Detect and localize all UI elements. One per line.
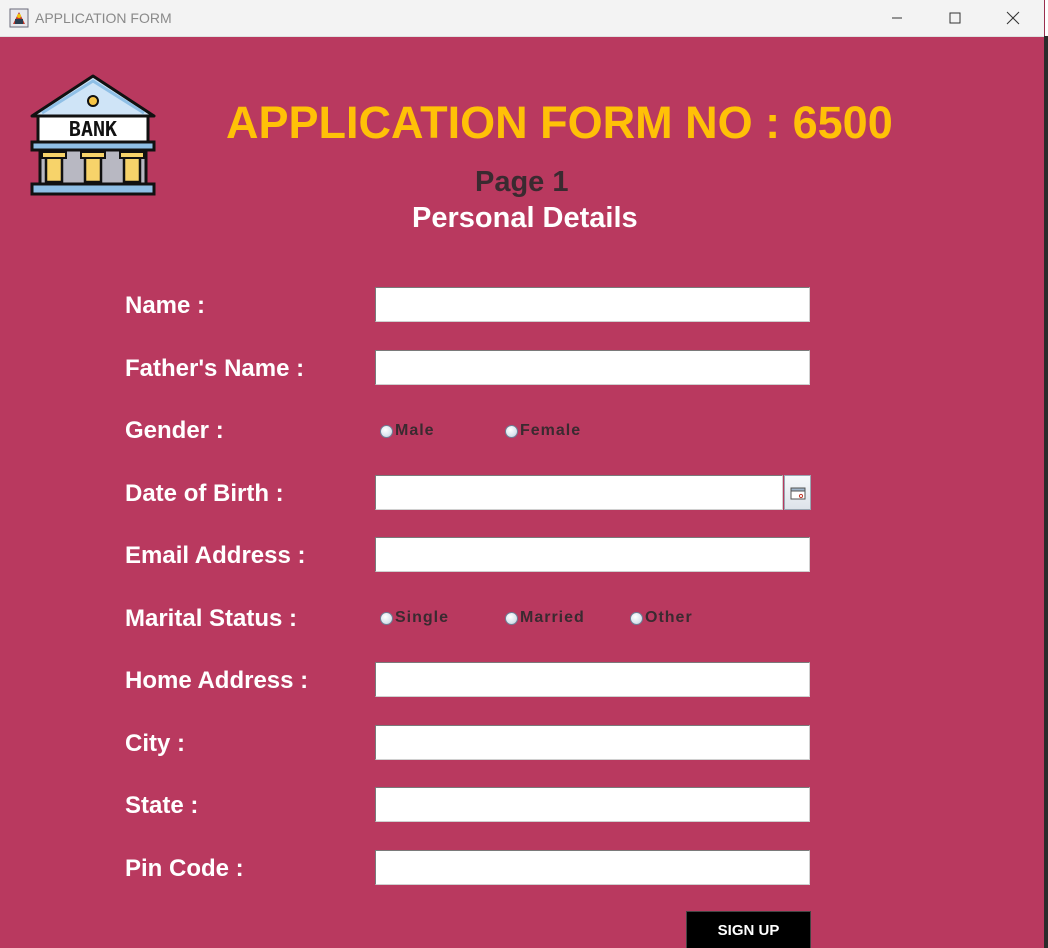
gender-option-label: Female [520,422,582,439]
state-input[interactable] [375,787,810,822]
close-button[interactable] [984,0,1042,36]
father-name-input[interactable] [375,350,810,385]
home-address-label: Home Address : [125,667,309,694]
minimize-button[interactable] [868,0,926,36]
gender-label: Gender : [125,417,224,444]
pin-code-input[interactable] [375,850,810,885]
marital-radio-single[interactable]: Single [380,608,449,628]
gender-radio-male[interactable]: Male [380,421,435,441]
sign-up-button[interactable]: SIGN UP [686,911,811,948]
city-label: City : [125,730,185,757]
maximize-icon [949,12,961,24]
java-app-icon [9,8,29,28]
marital-status-label: Marital Status : [125,605,298,632]
father-name-label: Father's Name : [125,355,305,382]
marital-option-label: Other [645,609,693,626]
radio-button-icon[interactable] [380,611,393,625]
gender-radio-female[interactable]: Female [505,421,581,441]
name-label: Name : [125,292,206,319]
marital-radio-other[interactable]: Other [630,608,693,628]
city-input[interactable] [375,725,810,760]
background-window-edge [1044,36,1048,948]
radio-button-icon[interactable] [505,611,518,625]
marital-option-label: Married [520,609,585,626]
application-window: APPLICATION FORM BANK APPLICATION FORM N… [0,0,1045,948]
window-title: APPLICATION FORM [35,10,172,26]
dob-label: Date of Birth : [125,480,284,507]
bank-logo-text: BANK [69,117,117,141]
marital-radio-married[interactable]: Married [505,608,585,628]
gender-option-label: Male [395,422,435,439]
title-bar[interactable]: APPLICATION FORM [0,0,1044,37]
radio-button-icon[interactable] [630,611,643,625]
maximize-button[interactable] [926,0,984,36]
section-title: Personal Details [412,202,638,234]
pin-code-label: Pin Code : [125,855,244,882]
home-address-input[interactable] [375,662,810,697]
calendar-icon [790,487,805,499]
marital-option-label: Single [395,609,450,626]
state-label: State : [125,792,199,819]
email-label: Email Address : [125,542,306,569]
name-input[interactable] [375,287,810,322]
radio-button-icon[interactable] [380,424,393,438]
date-picker-button[interactable] [784,475,811,510]
radio-button-icon[interactable] [505,424,518,438]
minimize-icon [892,17,902,19]
email-input[interactable] [375,537,810,572]
dob-input[interactable] [375,475,783,510]
close-icon [1006,11,1020,25]
page-number: Page 1 [475,166,569,198]
bank-logo-icon: BANK [30,74,156,196]
form-title: APPLICATION FORM NO : 6500 [226,97,893,148]
